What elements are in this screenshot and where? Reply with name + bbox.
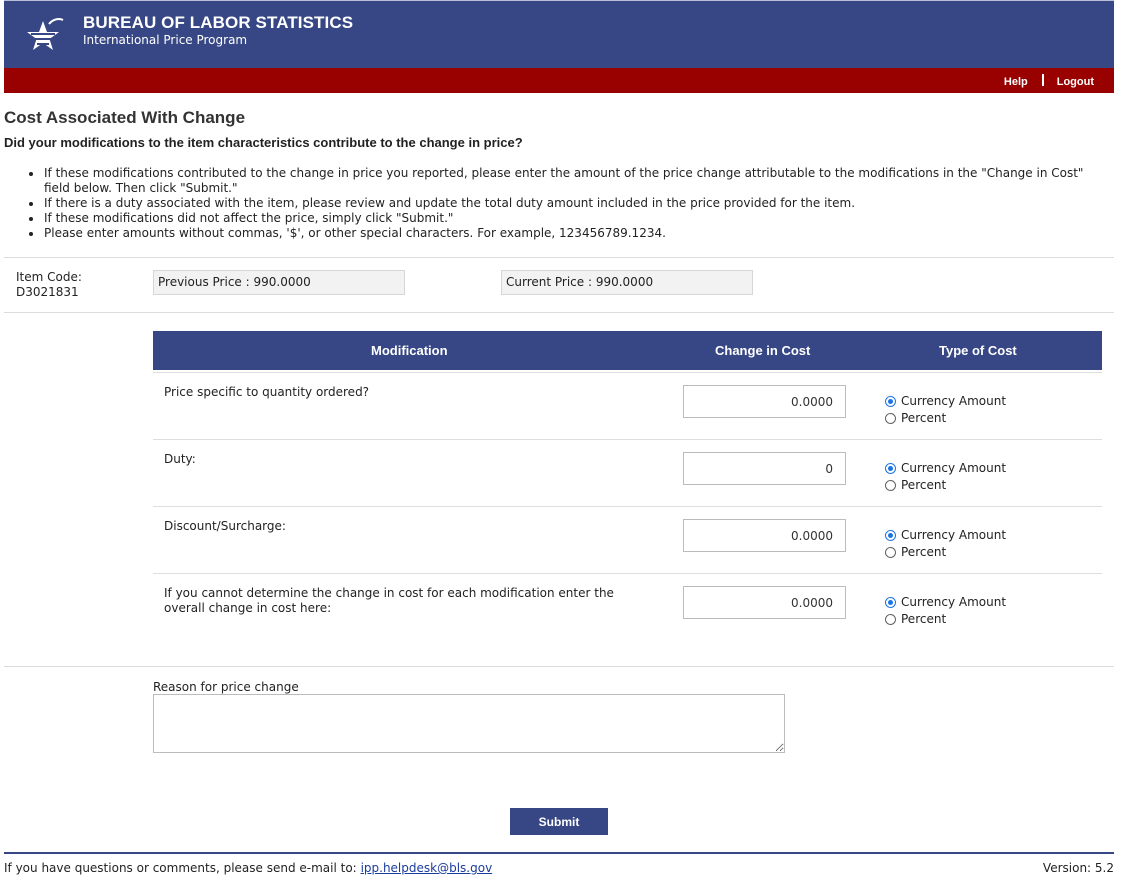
radio-unchecked-icon[interactable] (885, 413, 896, 424)
type-of-cost-radio-group: Currency Amount Percent (885, 527, 1006, 561)
radio-percent[interactable]: Percent (885, 544, 1006, 561)
radio-checked-icon[interactable] (885, 597, 896, 608)
instruction-item: Please enter amounts without commas, '$'… (29, 226, 1110, 241)
instruction-item: If these modifications contributed to th… (29, 166, 1110, 196)
modification-label: If you cannot determine the change in co… (164, 586, 614, 615)
column-header-type-of-cost: Type of Cost (939, 343, 1017, 358)
item-code-value: D3021831 (16, 285, 79, 299)
radio-label: Percent (901, 545, 947, 559)
current-price: Current Price : 990.0000 (501, 270, 753, 295)
item-code-label: Item Code: (16, 270, 82, 284)
radio-label: Percent (901, 612, 947, 626)
radio-checked-icon[interactable] (885, 463, 896, 474)
reason-textarea[interactable] (153, 694, 785, 753)
instruction-item: If there is a duty associated with the i… (29, 196, 1110, 211)
divider (4, 312, 1114, 313)
version-label: Version: 5.2 (1042, 861, 1114, 875)
radio-unchecked-icon[interactable] (885, 480, 896, 491)
modification-label: Duty: (164, 452, 196, 466)
radio-label: Percent (901, 411, 947, 425)
nav-separator (1041, 74, 1044, 86)
page: BUREAU OF LABOR STATISTICS International… (0, 0, 1125, 890)
page-question: Did your modifications to the item chara… (4, 135, 523, 150)
item-code: Item Code: D3021831 (16, 270, 82, 300)
radio-checked-icon[interactable] (885, 396, 896, 407)
type-of-cost-radio-group: Currency Amount Percent (885, 460, 1006, 494)
instructions-list: If these modifications contributed to th… (29, 166, 1110, 241)
radio-label: Currency Amount (901, 528, 1007, 542)
radio-unchecked-icon[interactable] (885, 614, 896, 625)
footer-contact: If you have questions or comments, pleas… (4, 861, 492, 875)
utility-nav: Help Logout (1004, 74, 1094, 88)
column-header-change-in-cost: Change in Cost (715, 343, 811, 358)
utility-nav-bar: Help Logout (4, 68, 1114, 93)
helpdesk-email-link[interactable]: ipp.helpdesk@bls.gov (361, 861, 493, 875)
help-link[interactable]: Help (1004, 76, 1028, 88)
radio-checked-icon[interactable] (885, 530, 896, 541)
modification-label: Price specific to quantity ordered? (164, 385, 370, 399)
site-header: BUREAU OF LABOR STATISTICS International… (4, 0, 1114, 68)
divider (4, 257, 1114, 258)
change-in-cost-input[interactable] (683, 385, 846, 418)
table-row: Duty: Currency Amount Percent (153, 439, 1102, 506)
page-title: Cost Associated With Change (4, 108, 246, 127)
radio-label: Currency Amount (901, 461, 1007, 475)
table-row: Discount/Surcharge: Currency Amount Perc… (153, 506, 1102, 573)
instruction-item: If these modifications did not affect th… (29, 211, 1110, 226)
modification-table: Modification Change in Cost Type of Cost… (153, 331, 1102, 642)
footer-divider (4, 852, 1114, 854)
divider (4, 666, 1114, 667)
bls-star-logo-icon (27, 18, 64, 50)
change-in-cost-input[interactable] (683, 519, 846, 552)
change-in-cost-input[interactable] (683, 586, 846, 619)
previous-price: Previous Price : 990.0000 (153, 270, 405, 295)
radio-currency-amount[interactable]: Currency Amount (885, 393, 1006, 410)
footer-text: If you have questions or comments, pleas… (4, 861, 357, 875)
submit-button[interactable]: Submit (510, 808, 608, 835)
agency-title: BUREAU OF LABOR STATISTICS (83, 13, 354, 32)
radio-currency-amount[interactable]: Currency Amount (885, 594, 1006, 611)
radio-percent[interactable]: Percent (885, 611, 1006, 628)
radio-percent[interactable]: Percent (885, 410, 1006, 427)
reason-label: Reason for price change (153, 680, 299, 694)
type-of-cost-radio-group: Currency Amount Percent (885, 594, 1006, 628)
logout-link[interactable]: Logout (1057, 76, 1094, 88)
change-in-cost-input[interactable] (683, 452, 846, 485)
table-row: Price specific to quantity ordered? Curr… (153, 372, 1102, 439)
modification-label: Discount/Surcharge: (164, 519, 286, 533)
table-header: Modification Change in Cost Type of Cost (153, 331, 1102, 372)
radio-percent[interactable]: Percent (885, 477, 1006, 494)
radio-label: Currency Amount (901, 595, 1007, 609)
radio-currency-amount[interactable]: Currency Amount (885, 527, 1006, 544)
radio-unchecked-icon[interactable] (885, 547, 896, 558)
agency-subtitle: International Price Program (83, 33, 248, 47)
radio-label: Percent (901, 478, 947, 492)
table-row: If you cannot determine the change in co… (153, 573, 1102, 642)
radio-label: Currency Amount (901, 394, 1007, 408)
column-header-modification: Modification (371, 343, 448, 358)
type-of-cost-radio-group: Currency Amount Percent (885, 393, 1006, 427)
radio-currency-amount[interactable]: Currency Amount (885, 460, 1006, 477)
